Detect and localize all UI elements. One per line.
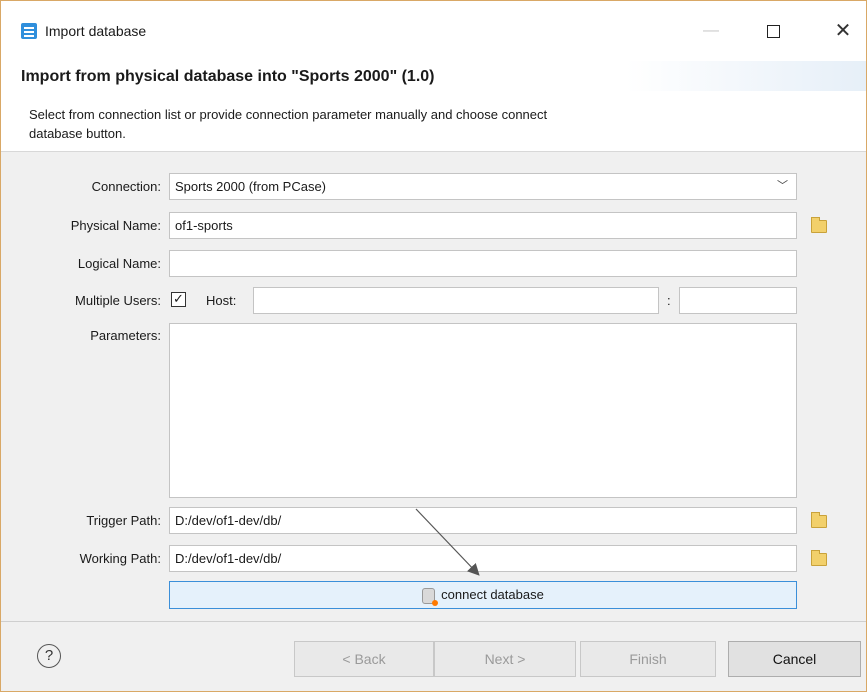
multiple-users-label: Multiple Users: — [75, 293, 161, 308]
header-gradient — [626, 61, 866, 91]
trigger-path-label: Trigger Path: — [86, 513, 161, 528]
working-path-input[interactable]: D:/dev/of1-dev/db/ — [169, 545, 797, 572]
database-icon — [422, 587, 439, 606]
page-title: Import from physical database into "Spor… — [21, 68, 435, 85]
back-button[interactable]: < Back — [294, 641, 434, 677]
multiple-users-checkbox[interactable]: ✓ — [171, 292, 186, 307]
title-bar: Import database — ✕ — [1, 1, 866, 61]
import-database-dialog: Import database — ✕ Import from physical… — [0, 0, 867, 692]
window-title: Import database — [45, 23, 147, 39]
parameters-textarea[interactable] — [169, 323, 797, 498]
connection-select[interactable]: Sports 2000 (from PCase) ﹀ — [169, 173, 797, 200]
browse-working-path-folder-icon[interactable] — [811, 550, 827, 566]
logical-name-input[interactable] — [169, 250, 797, 277]
physical-name-input[interactable]: of1-sports — [169, 212, 797, 239]
host-input[interactable] — [253, 287, 659, 314]
wizard-header: Import from physical database into "Spor… — [1, 61, 866, 152]
browse-trigger-path-folder-icon[interactable] — [811, 512, 827, 528]
connection-label: Connection: — [91, 179, 161, 194]
host-label: Host: — [206, 293, 237, 308]
connect-database-label: connect database — [441, 587, 544, 602]
port-input[interactable] — [679, 287, 797, 314]
logical-name-label: Logical Name: — [77, 256, 161, 271]
working-path-label: Working Path: — [79, 551, 161, 566]
footer-separator — [1, 621, 866, 622]
next-button[interactable]: Next > — [434, 641, 576, 677]
page-description: Select from connection list or provide c… — [29, 107, 548, 141]
trigger-path-input[interactable]: D:/dev/of1-dev/db/ — [169, 507, 797, 534]
chevron-down-icon[interactable]: ﹀ — [777, 174, 788, 199]
help-button[interactable]: ? — [37, 644, 61, 668]
parameters-label: Parameters: — [90, 328, 161, 343]
browse-physical-name-folder-icon[interactable] — [811, 217, 827, 233]
maximize-icon — [766, 25, 780, 39]
connection-value: Sports 2000 (from PCase) — [175, 179, 327, 194]
maximize-button[interactable] — [753, 13, 793, 49]
finish-button[interactable]: Finish — [580, 641, 716, 677]
close-button[interactable]: ✕ — [823, 13, 863, 49]
port-separator: : — [667, 293, 671, 308]
physical-name-label: Physical Name: — [70, 218, 161, 233]
connect-database-button[interactable]: connect database — [169, 581, 797, 609]
database-import-icon — [21, 23, 37, 39]
cancel-button[interactable]: Cancel — [728, 641, 861, 677]
minimize-button[interactable]: — — [691, 13, 731, 49]
